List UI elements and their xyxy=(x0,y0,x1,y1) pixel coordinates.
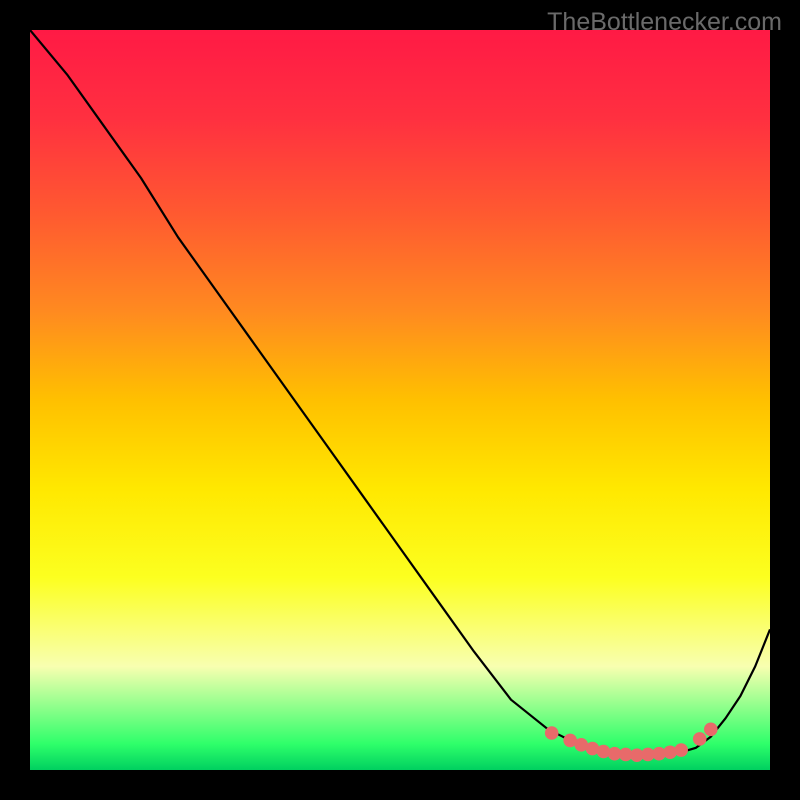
curve-marker xyxy=(674,743,688,757)
chart-container: TheBottlenecker.com xyxy=(0,0,800,800)
bottleneck-curve-line xyxy=(30,30,770,755)
curve-marker xyxy=(704,723,718,737)
curve-marker xyxy=(545,726,559,740)
curve-marker xyxy=(693,732,707,746)
plot-area xyxy=(30,30,770,770)
bottleneck-curve-svg xyxy=(30,30,770,770)
attribution-text: TheBottlenecker.com xyxy=(547,8,782,37)
curve-markers xyxy=(545,723,718,763)
